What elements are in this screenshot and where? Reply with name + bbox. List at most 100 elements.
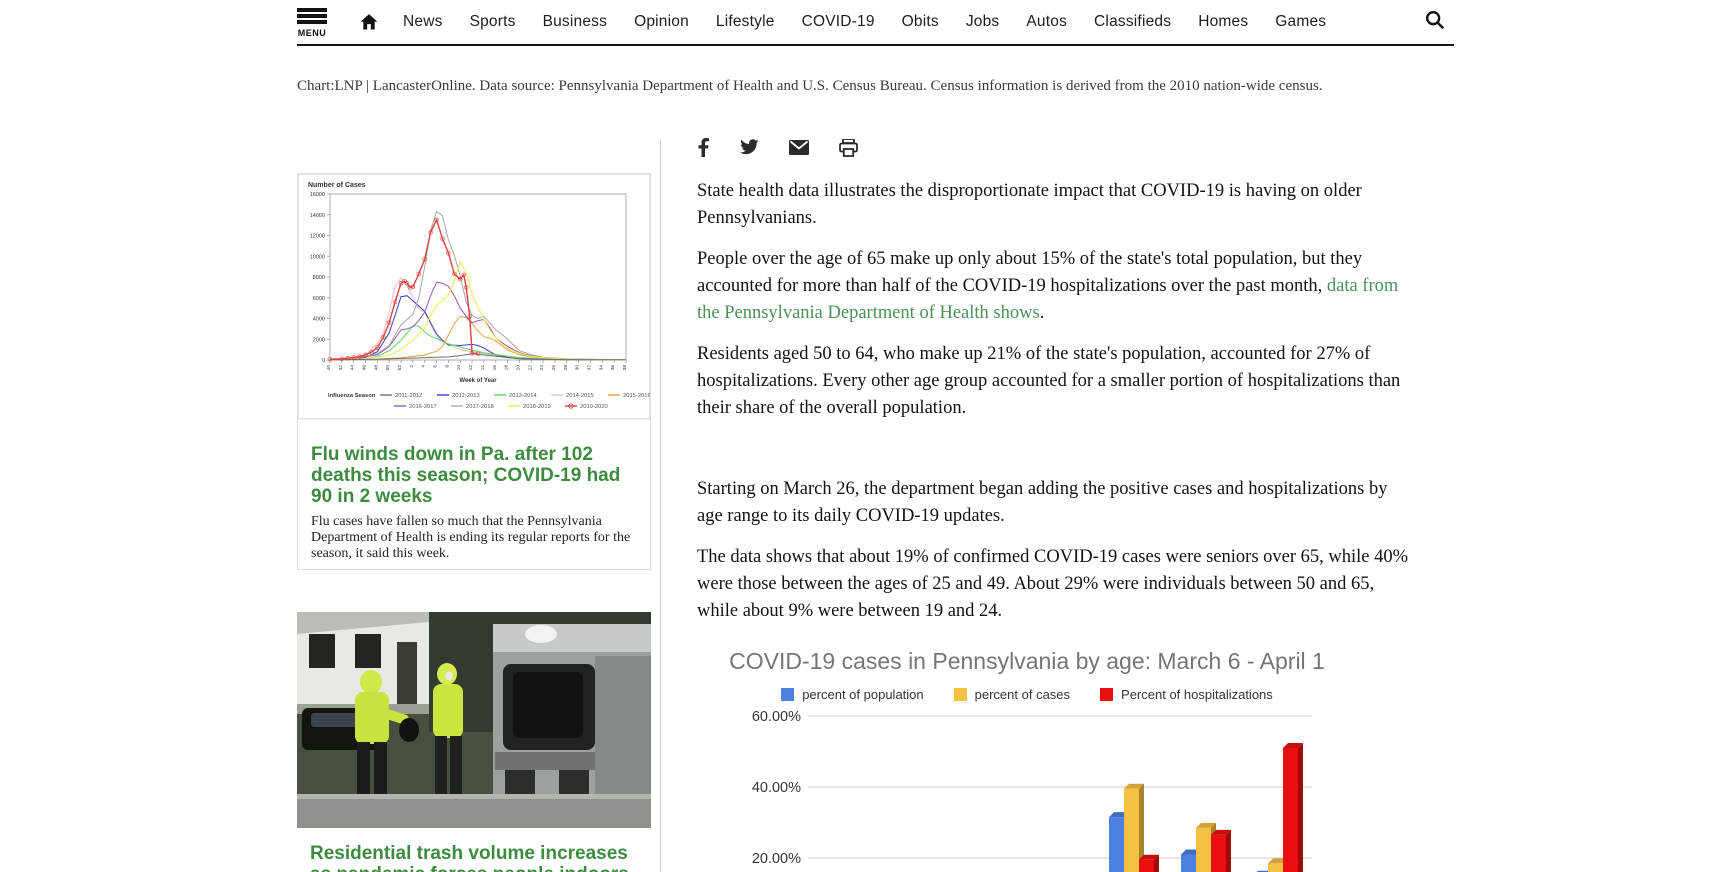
svg-text:40.00%: 40.00% bbox=[752, 780, 801, 796]
legend-label: Percent of hospitalizations bbox=[1121, 687, 1273, 702]
svg-text:42: 42 bbox=[338, 365, 344, 371]
svg-text:14: 14 bbox=[480, 365, 486, 371]
covid-age-chart: COVID-19 cases in Pennsylvania by age: M… bbox=[697, 640, 1357, 872]
nav-item-covid-19[interactable]: COVID-19 bbox=[802, 13, 875, 31]
svg-text:36: 36 bbox=[610, 365, 616, 371]
svg-text:32: 32 bbox=[586, 365, 592, 371]
health-department-link[interactable]: data from the Pennsylvania Department of… bbox=[697, 276, 1398, 323]
article-body: State health data illustrates the dispro… bbox=[697, 178, 1413, 639]
svg-text:14000: 14000 bbox=[310, 213, 325, 219]
story1-headline[interactable]: Flu winds down in Pa. after 102 deaths t… bbox=[298, 420, 650, 507]
svg-text:2: 2 bbox=[409, 365, 415, 368]
nav-item-classifieds[interactable]: Classifieds bbox=[1094, 13, 1171, 31]
nav-item-business[interactable]: Business bbox=[543, 13, 608, 31]
svg-text:16000: 16000 bbox=[310, 192, 325, 198]
svg-text:30: 30 bbox=[575, 365, 581, 371]
share-bar bbox=[697, 138, 858, 162]
story-card-flu[interactable]: Number of Cases 0 2000 4000 6000 8000 10000 120… bbox=[297, 173, 651, 570]
svg-text:2000: 2000 bbox=[313, 337, 325, 343]
svg-text:2013-2014: 2013-2014 bbox=[509, 393, 537, 399]
svg-text:4000: 4000 bbox=[313, 317, 325, 323]
legend-swatch bbox=[1100, 688, 1113, 701]
legend-item: percent of population bbox=[781, 687, 923, 702]
svg-text:44: 44 bbox=[350, 365, 356, 371]
svg-text:24: 24 bbox=[539, 365, 545, 371]
nav-item-news[interactable]: News bbox=[403, 13, 443, 31]
nav-item-jobs[interactable]: Jobs bbox=[966, 13, 1000, 31]
article-paragraph-5: The data shows that about 19% of confirm… bbox=[697, 544, 1413, 625]
svg-text:2014-2015: 2014-2015 bbox=[566, 393, 594, 399]
svg-text:60.00%: 60.00% bbox=[752, 709, 801, 725]
article-paragraph-4: Starting on March 26, the department beg… bbox=[697, 476, 1413, 530]
svg-text:12000: 12000 bbox=[310, 234, 325, 240]
article-paragraph-3: Residents aged 50 to 64, who make up 21%… bbox=[697, 341, 1413, 422]
legend-swatch bbox=[781, 688, 794, 701]
chart-legend: percent of population percent of cases Per… bbox=[697, 687, 1357, 702]
legend-item: Percent of hospitalizations bbox=[1100, 687, 1273, 702]
nav-menu: News Sports Business Opinion Lifestyle COVID-… bbox=[403, 13, 1326, 31]
svg-text:Number of Cases: Number of Cases bbox=[308, 182, 366, 189]
svg-text:26: 26 bbox=[551, 365, 557, 371]
svg-text:Week of Year: Week of Year bbox=[459, 378, 497, 384]
svg-text:8000: 8000 bbox=[313, 275, 325, 281]
svg-text:18: 18 bbox=[504, 365, 510, 371]
bar-chart-plot: 60.00% 40.00% 20.00% bbox=[697, 706, 1357, 872]
nav-item-sports[interactable]: Sports bbox=[470, 13, 516, 31]
svg-text:8: 8 bbox=[444, 365, 450, 368]
svg-text:2017-2018: 2017-2018 bbox=[466, 404, 494, 410]
svg-text:28: 28 bbox=[563, 365, 569, 371]
print-icon[interactable] bbox=[839, 139, 858, 162]
vertical-divider bbox=[660, 140, 661, 872]
svg-text:2018-2019: 2018-2019 bbox=[523, 404, 551, 410]
story2-headline[interactable]: Residential trash volume increases as pa… bbox=[297, 833, 651, 872]
nav-item-games[interactable]: Games bbox=[1275, 13, 1326, 31]
svg-text:2012-2013: 2012-2013 bbox=[452, 393, 480, 399]
story1-summary: Flu cases have fallen so much that the P… bbox=[298, 507, 650, 562]
nav-item-lifestyle[interactable]: Lifestyle bbox=[716, 13, 775, 31]
svg-text:2016-2017: 2016-2017 bbox=[409, 404, 437, 410]
svg-text:4: 4 bbox=[421, 365, 427, 368]
svg-text:40: 40 bbox=[326, 365, 332, 371]
svg-text:2011-2012: 2011-2012 bbox=[395, 393, 422, 399]
svg-text:0: 0 bbox=[322, 358, 325, 364]
svg-text:10: 10 bbox=[456, 365, 462, 371]
svg-text:48: 48 bbox=[373, 365, 379, 371]
nav-item-autos[interactable]: Autos bbox=[1026, 13, 1067, 31]
svg-text:2015-2016: 2015-2016 bbox=[623, 393, 650, 399]
svg-text:10000: 10000 bbox=[310, 254, 325, 260]
svg-text:34: 34 bbox=[598, 365, 604, 371]
svg-text:Influenza Season: Influenza Season bbox=[328, 393, 376, 399]
flu-chart-thumbnail: Number of Cases 0 2000 4000 6000 8000 10000 120… bbox=[298, 174, 650, 420]
legend-swatch bbox=[954, 688, 967, 701]
article-paragraph-1: State health data illustrates the dispro… bbox=[697, 178, 1413, 232]
nav-item-obits[interactable]: Obits bbox=[902, 13, 939, 31]
menu-button[interactable]: MENU bbox=[297, 6, 327, 38]
svg-text:12: 12 bbox=[468, 365, 474, 371]
svg-text:38: 38 bbox=[622, 365, 628, 371]
svg-text:6000: 6000 bbox=[313, 296, 325, 302]
search-icon[interactable] bbox=[1424, 9, 1446, 36]
svg-text:20.00%: 20.00% bbox=[752, 851, 801, 867]
email-icon[interactable] bbox=[789, 140, 809, 160]
facebook-icon[interactable] bbox=[697, 138, 709, 162]
legend-label: percent of cases bbox=[975, 687, 1070, 702]
nav-item-homes[interactable]: Homes bbox=[1198, 13, 1248, 31]
twitter-icon[interactable] bbox=[739, 139, 759, 161]
svg-text:6: 6 bbox=[433, 365, 439, 368]
svg-text:50: 50 bbox=[385, 365, 391, 371]
story-card-trash[interactable]: Residential trash volume increases as pa… bbox=[297, 612, 651, 872]
svg-text:16: 16 bbox=[492, 365, 498, 371]
menu-label: MENU bbox=[298, 28, 327, 38]
story2-photo bbox=[297, 612, 651, 833]
hamburger-icon bbox=[297, 6, 327, 26]
nav-item-opinion[interactable]: Opinion bbox=[634, 13, 689, 31]
chart-title: COVID-19 cases in Pennsylvania by age: M… bbox=[697, 640, 1357, 675]
article-paragraph-2: People over the age of 65 make up only a… bbox=[697, 246, 1413, 327]
svg-text:20: 20 bbox=[515, 365, 521, 371]
svg-text:22: 22 bbox=[527, 365, 533, 371]
chart-source-caption: Chart:LNP | LancasterOnline. Data source… bbox=[297, 78, 1397, 95]
legend-item: percent of cases bbox=[954, 687, 1070, 702]
svg-text:2019-2020: 2019-2020 bbox=[580, 404, 608, 410]
svg-text:46: 46 bbox=[362, 365, 368, 371]
home-icon[interactable] bbox=[359, 12, 379, 32]
